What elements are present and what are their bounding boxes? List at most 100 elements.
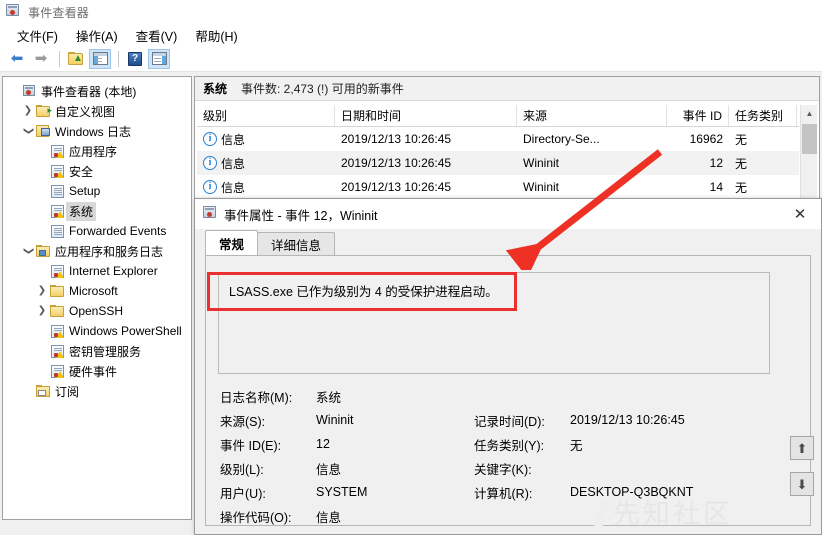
log-plain-icon bbox=[49, 184, 66, 198]
menu-item-file[interactable]: 文件(F) bbox=[8, 24, 67, 47]
field-label-secondary: 关键字(K): bbox=[474, 462, 532, 477]
cell-text: 信息 bbox=[221, 132, 246, 147]
tree-item-15[interactable]: 订阅 bbox=[3, 381, 191, 401]
tree-item-13[interactable]: 密钥管理服务 bbox=[3, 341, 191, 361]
cell-level: i 信息 bbox=[197, 131, 335, 148]
column-header-4[interactable]: 任务类别 bbox=[729, 105, 797, 126]
field-value-secondary: DESKTOP-Q3BQKNT bbox=[570, 485, 694, 499]
tree-item-label: Windows PowerShell bbox=[69, 324, 182, 338]
cell-event_id: 12 bbox=[709, 156, 723, 170]
dialog-title-bar: 事件属性 - 事件 12，Wininit ✕ bbox=[195, 199, 821, 229]
field-label: 日志名称(M): bbox=[220, 390, 293, 405]
help-icon: ? bbox=[128, 51, 142, 66]
show-console-tree-button[interactable] bbox=[89, 48, 111, 69]
field-row: 操作代码(O): 信息 bbox=[220, 504, 780, 528]
field-value-secondary: 无 bbox=[570, 438, 583, 453]
previous-event-button[interactable]: ⬆ bbox=[790, 436, 814, 460]
event-list-scrollbar[interactable]: ▲ bbox=[800, 105, 817, 201]
event-viewer-icon bbox=[203, 205, 218, 223]
help-button[interactable]: ? bbox=[124, 49, 146, 69]
column-header-2[interactable]: 来源 bbox=[517, 105, 667, 126]
tree-item-label: 密钥管理服务 bbox=[69, 344, 142, 359]
field-label: 用户(U): bbox=[220, 486, 266, 501]
cell-source: Wininit bbox=[523, 156, 560, 170]
tree-item-1[interactable]: ❯ ▸ 自定义视图 bbox=[3, 101, 191, 121]
tree-item-12[interactable]: Windows PowerShell bbox=[3, 321, 191, 341]
cell-datetime: 2019/12/13 10:26:45 bbox=[341, 132, 452, 146]
field-label-secondary: 任务类别(Y): bbox=[474, 438, 545, 453]
field-value: Wininit bbox=[316, 413, 354, 427]
chevron-down-icon[interactable]: ❯ bbox=[23, 244, 34, 258]
column-header-row: 级别 日期和时间 来源 事件 ID 任务类别 bbox=[197, 105, 799, 127]
field-value: 12 bbox=[316, 437, 330, 451]
tree-item-5[interactable]: Setup bbox=[3, 181, 191, 201]
column-header-3[interactable]: 事件 ID bbox=[667, 105, 729, 126]
chevron-down-icon[interactable]: ❯ bbox=[23, 124, 34, 138]
tree-item-6[interactable]: 系统 bbox=[3, 201, 191, 221]
scrollbar-thumb[interactable] bbox=[802, 124, 817, 154]
column-header-0[interactable]: 级别 bbox=[197, 105, 335, 126]
field-label: 事件 ID(E): bbox=[220, 438, 282, 453]
console-tree[interactable]: 事件查看器 (本地) ❯ ▸ 自定义视图 ❯ Windows 日志 应用程序 安全 Setup 系… bbox=[2, 76, 192, 520]
tab-details[interactable]: 详细信息 bbox=[257, 232, 336, 255]
back-icon: ⬅ bbox=[10, 50, 24, 67]
log-icon bbox=[49, 344, 66, 358]
field-label: 来源(S): bbox=[220, 414, 266, 429]
field-value: 信息 bbox=[316, 510, 342, 525]
tree-item-3[interactable]: 应用程序 bbox=[3, 141, 191, 161]
up-folder-icon: ▲ bbox=[68, 52, 84, 65]
field-value: 信息 bbox=[316, 462, 342, 477]
tree-item-14[interactable]: 硬件事件 bbox=[3, 361, 191, 381]
chevron-right-icon[interactable]: ❯ bbox=[35, 286, 49, 296]
table-row[interactable]: i 信息 2019/12/13 10:26:45 Wininit 12 无 bbox=[197, 151, 799, 175]
list-event-count: 事件数: 2,473 (!) 可用的新事件 bbox=[241, 82, 404, 96]
tree-item-label: Forwarded Events bbox=[69, 224, 167, 238]
table-row[interactable]: i 信息 2019/12/13 10:26:45 Directory-Se... 169… bbox=[197, 127, 799, 151]
tree-item-8[interactable]: ❯ 应用程序和服务日志 bbox=[3, 241, 191, 261]
tree-item-4[interactable]: 安全 bbox=[3, 161, 191, 181]
field-row: 来源(S): Wininit 记录时间(D): 2019/12/13 10:26:45 bbox=[220, 408, 780, 432]
tree-item-label: Windows 日志 bbox=[55, 124, 132, 139]
tree-item-label: OpenSSH bbox=[69, 304, 124, 318]
event-viewer-window: 事件查看器 文件(F) 操作(A) 查看(V) 帮助(H) ⬅ ➡ ▲ ? 事件… bbox=[0, 0, 822, 535]
show-action-pane-button[interactable] bbox=[148, 48, 170, 69]
menu-item-help[interactable]: 帮助(H) bbox=[186, 24, 246, 47]
menu-item-view[interactable]: 查看(V) bbox=[127, 24, 187, 47]
show-console-tree-icon bbox=[92, 52, 108, 65]
field-value-secondary: 2019/12/13 10:26:45 bbox=[570, 413, 685, 427]
table-row[interactable]: i 信息 2019/12/13 10:26:45 Wininit 14 无 bbox=[197, 175, 799, 199]
tree-item-0[interactable]: 事件查看器 (本地) bbox=[3, 81, 191, 101]
tree-item-11[interactable]: ❯ OpenSSH bbox=[3, 301, 191, 321]
chevron-right-icon[interactable]: ❯ bbox=[21, 106, 35, 116]
column-header-1[interactable]: 日期和时间 bbox=[335, 105, 517, 126]
event-properties-dialog: 事件属性 - 事件 12，Wininit ✕ 常规 详细信息 LSASS.exe… bbox=[194, 198, 822, 535]
tree-item-7[interactable]: Forwarded Events bbox=[3, 221, 191, 241]
toolbar-separator-1 bbox=[59, 50, 60, 67]
chevron-right-icon[interactable]: ❯ bbox=[35, 306, 49, 316]
log-icon bbox=[49, 324, 66, 338]
scroll-up-icon[interactable]: ▲ bbox=[801, 105, 818, 122]
menu-item-action[interactable]: 操作(A) bbox=[67, 24, 127, 47]
field-row: 日志名称(M): 系统 bbox=[220, 384, 780, 408]
information-icon: i bbox=[203, 156, 217, 170]
next-event-button[interactable]: ⬇ bbox=[790, 472, 814, 496]
forward-button[interactable]: ➡ bbox=[30, 49, 52, 69]
close-icon[interactable]: ✕ bbox=[779, 199, 821, 229]
cell-text: 信息 bbox=[221, 180, 246, 195]
tree-item-label: Microsoft bbox=[69, 284, 118, 298]
back-button[interactable]: ⬅ bbox=[6, 49, 28, 69]
up-folder-button[interactable]: ▲ bbox=[65, 49, 87, 69]
tree-item-2[interactable]: ❯ Windows 日志 bbox=[3, 121, 191, 141]
tab-general[interactable]: 常规 bbox=[205, 230, 259, 255]
tree-item-label: Internet Explorer bbox=[69, 264, 158, 278]
tree-item-9[interactable]: Internet Explorer bbox=[3, 261, 191, 281]
field-label-secondary: 计算机(R): bbox=[474, 486, 533, 501]
arrow-up-icon: ⬆ bbox=[796, 440, 808, 456]
arrow-down-icon: ⬇ bbox=[796, 476, 808, 492]
cell-task_category: 无 bbox=[735, 180, 748, 195]
event-description: LSASS.exe 已作为级别为 4 的受保护进程启动。 bbox=[218, 272, 770, 374]
log-icon bbox=[49, 144, 66, 158]
tree-item-10[interactable]: ❯ Microsoft bbox=[3, 281, 191, 301]
tree-item-label: 应用程序和服务日志 bbox=[55, 244, 164, 259]
log-icon bbox=[49, 164, 66, 178]
